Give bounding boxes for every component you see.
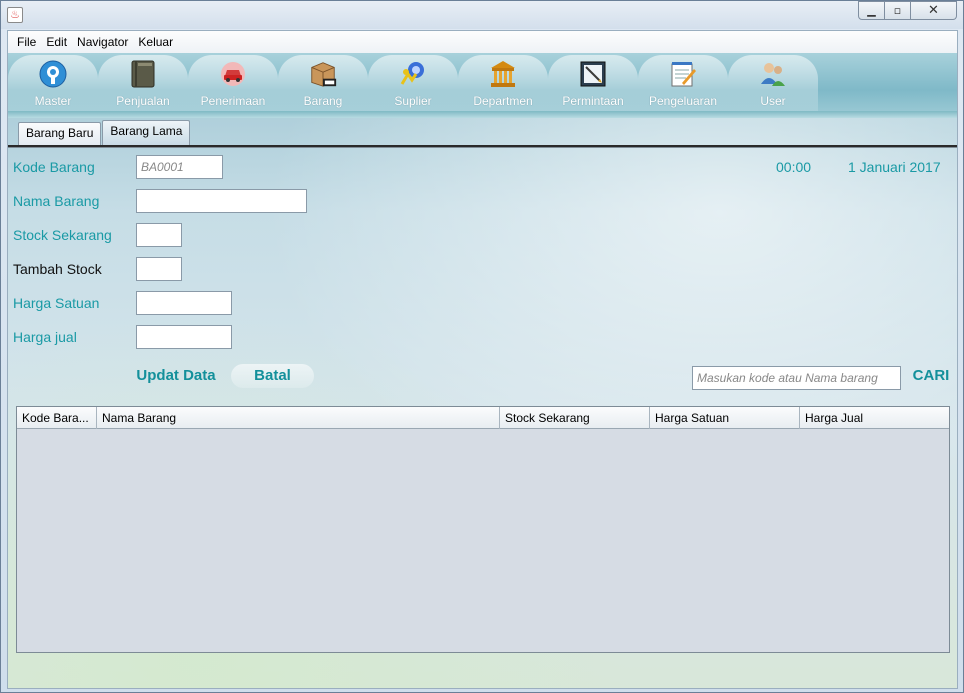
clock-date: 1 Januari 2017: [848, 159, 941, 175]
harga-satuan-label: Harga Satuan: [13, 295, 100, 311]
nama-barang-field[interactable]: [136, 189, 307, 213]
update-data-button[interactable]: Updat Data: [134, 364, 218, 388]
maximize-icon[interactable]: ▫: [885, 1, 911, 20]
app-window: ♨ ▁ ▫ ✕ File Edit Navigator Keluar Maste…: [0, 0, 964, 693]
nav-master-button[interactable]: Master: [8, 55, 98, 111]
supplier-icon: [398, 59, 428, 89]
nav-master-label: Master: [34, 94, 72, 108]
search-input[interactable]: Masukan kode atau Nama barang: [692, 366, 901, 390]
cari-button[interactable]: CARI: [908, 364, 954, 388]
nav-barang-label: Barang: [303, 94, 343, 108]
col-harga-satuan[interactable]: Harga Satuan: [650, 407, 800, 429]
menu-edit[interactable]: Edit: [41, 35, 72, 49]
toolbar-divider: [8, 111, 957, 118]
nav-user-label: User: [760, 94, 786, 108]
kode-barang-field[interactable]: BA0001: [136, 155, 223, 179]
stock-sekarang-label: Stock Sekarang: [13, 227, 112, 243]
nav-pengeluaran-label: Pengeluaran: [648, 94, 718, 108]
car-icon: [218, 59, 248, 89]
col-stock-sekarang[interactable]: Stock Sekarang: [500, 407, 650, 429]
close-icon[interactable]: ✕: [911, 1, 957, 20]
table-header: Kode Bara... Nama Barang Stock Sekarang …: [17, 407, 949, 429]
nav-penjualan-button[interactable]: Penjualan: [98, 55, 188, 111]
nama-barang-label: Nama Barang: [13, 193, 100, 209]
nav-permintaan-label: Permintaan: [562, 94, 624, 108]
minimize-icon[interactable]: ▁: [858, 1, 885, 20]
master-icon: [38, 59, 68, 89]
harga-satuan-field[interactable]: [136, 291, 232, 315]
batal-button[interactable]: Batal: [231, 364, 314, 388]
tab-barang-baru[interactable]: Barang Baru: [18, 122, 102, 145]
nav-suplier-label: Suplier: [394, 94, 432, 108]
title-bar: ♨ ▁ ▫ ✕: [1, 1, 963, 29]
kode-barang-label: Kode Barang: [13, 159, 95, 175]
tambah-stock-field[interactable]: [136, 257, 182, 281]
col-kode-barang[interactable]: Kode Bara...: [17, 407, 97, 429]
users-icon: [758, 59, 788, 89]
harga-jual-field[interactable]: [136, 325, 232, 349]
barang-table: Kode Bara... Nama Barang Stock Sekarang …: [16, 406, 950, 653]
nav-suplier-button[interactable]: Suplier: [368, 55, 458, 111]
nav-departmen-button[interactable]: Departmen: [458, 55, 548, 111]
menu-navigator[interactable]: Navigator: [72, 35, 133, 49]
tab-divider: [8, 145, 957, 148]
menu-keluar[interactable]: Keluar: [133, 35, 178, 49]
nav-penerimaan-button[interactable]: Penerimaan: [188, 55, 278, 111]
tambah-stock-label: Tambah Stock: [13, 261, 102, 277]
notepad-icon: [668, 59, 698, 89]
nav-departmen-label: Departmen: [473, 94, 533, 108]
java-app-icon: ♨: [7, 7, 23, 23]
stock-sekarang-field[interactable]: [136, 223, 182, 247]
nav-penerimaan-label: Penerimaan: [200, 94, 266, 108]
nav-permintaan-button[interactable]: Permintaan: [548, 55, 638, 111]
tab-strip: Barang Baru Barang Lama: [18, 120, 191, 145]
window-controls: ▁ ▫ ✕: [858, 1, 957, 20]
building-icon: [488, 59, 518, 89]
request-icon: [578, 59, 608, 89]
menu-file[interactable]: File: [12, 35, 41, 49]
nav-penjualan-label: Penjualan: [116, 94, 170, 108]
harga-jual-label: Harga jual: [13, 329, 77, 345]
nav-user-button[interactable]: User: [728, 55, 818, 111]
book-icon: [128, 59, 158, 89]
client-area: File Edit Navigator Keluar Master Penjua…: [7, 30, 958, 689]
col-harga-jual[interactable]: Harga Jual: [800, 407, 949, 429]
nav-pengeluaran-button[interactable]: Pengeluaran: [638, 55, 728, 111]
clock-time: 00:00: [776, 159, 812, 175]
menu-bar: File Edit Navigator Keluar: [8, 31, 957, 53]
nav-barang-button[interactable]: Barang: [278, 55, 368, 111]
col-nama-barang[interactable]: Nama Barang: [97, 407, 500, 429]
tab-barang-lama[interactable]: Barang Lama: [102, 120, 191, 145]
box-icon: [308, 59, 338, 89]
